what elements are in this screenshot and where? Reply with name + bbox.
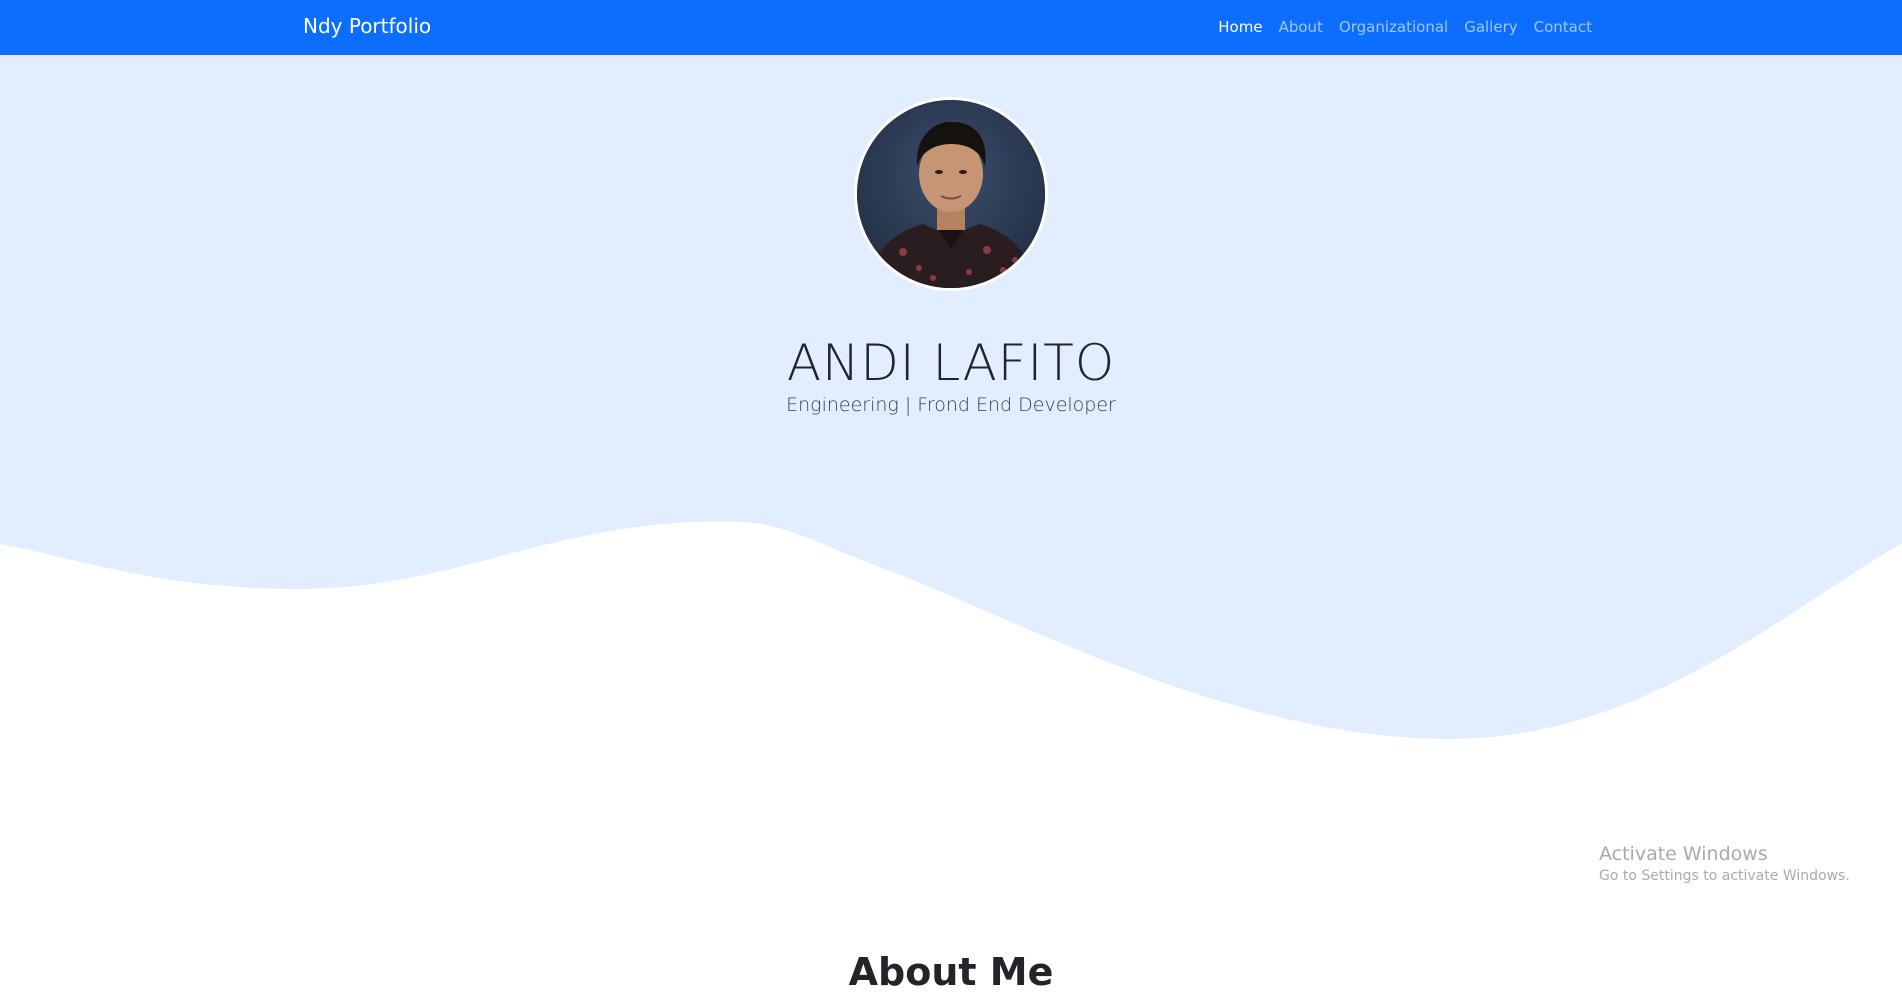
brand-link[interactable]: Ndy Portfolio — [303, 14, 431, 38]
nav-link-about[interactable]: About — [1279, 18, 1323, 36]
nav-link-gallery[interactable]: Gallery — [1464, 18, 1517, 36]
top-navbar: Ndy Portfolio Home About Organizational … — [0, 0, 1902, 55]
nav-link-home[interactable]: Home — [1218, 18, 1262, 36]
about-section-heading: About Me — [848, 949, 1054, 994]
profile-avatar — [854, 97, 1048, 291]
nav-link-organizational[interactable]: Organizational — [1339, 18, 1448, 36]
watermark-title: Activate Windows — [1599, 843, 1768, 865]
hero-name: ANDI LAFITO — [786, 333, 1116, 392]
watermark-subtitle: Go to Settings to activate Windows. — [1599, 868, 1850, 884]
activate-windows-watermark: Activate Windows Go to Settings to activ… — [1599, 843, 1850, 884]
nav-links: Home About Organizational Gallery Contac… — [1218, 18, 1592, 36]
nav-link-contact[interactable]: Contact — [1534, 18, 1592, 36]
hero-subtitle: Engineering | Frond End Developer — [786, 394, 1116, 416]
